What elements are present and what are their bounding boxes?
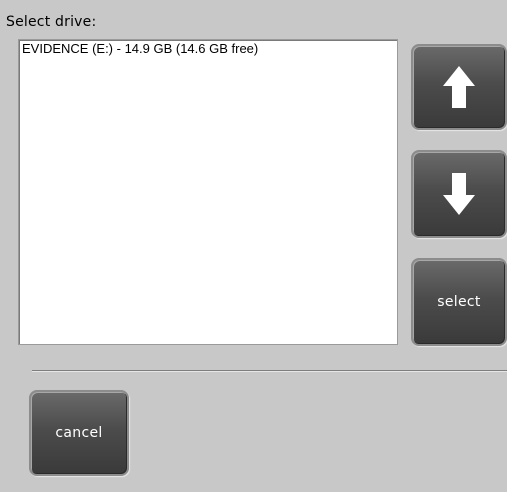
select-button[interactable]: select <box>411 258 507 346</box>
divider <box>32 370 507 372</box>
cancel-button[interactable]: cancel <box>29 390 129 476</box>
select-button-label: select <box>437 294 481 310</box>
scroll-down-button[interactable] <box>411 150 507 238</box>
drive-list[interactable]: EVIDENCE (E:) - 14.9 GB (14.6 GB free) <box>18 39 398 345</box>
dialog-title: Select drive: <box>6 14 97 30</box>
arrow-up-icon <box>443 66 475 108</box>
arrow-down-icon <box>443 173 475 215</box>
scroll-up-button[interactable] <box>411 44 507 130</box>
drive-list-item[interactable]: EVIDENCE (E:) - 14.9 GB (14.6 GB free) <box>19 40 397 58</box>
cancel-button-label: cancel <box>55 425 103 441</box>
